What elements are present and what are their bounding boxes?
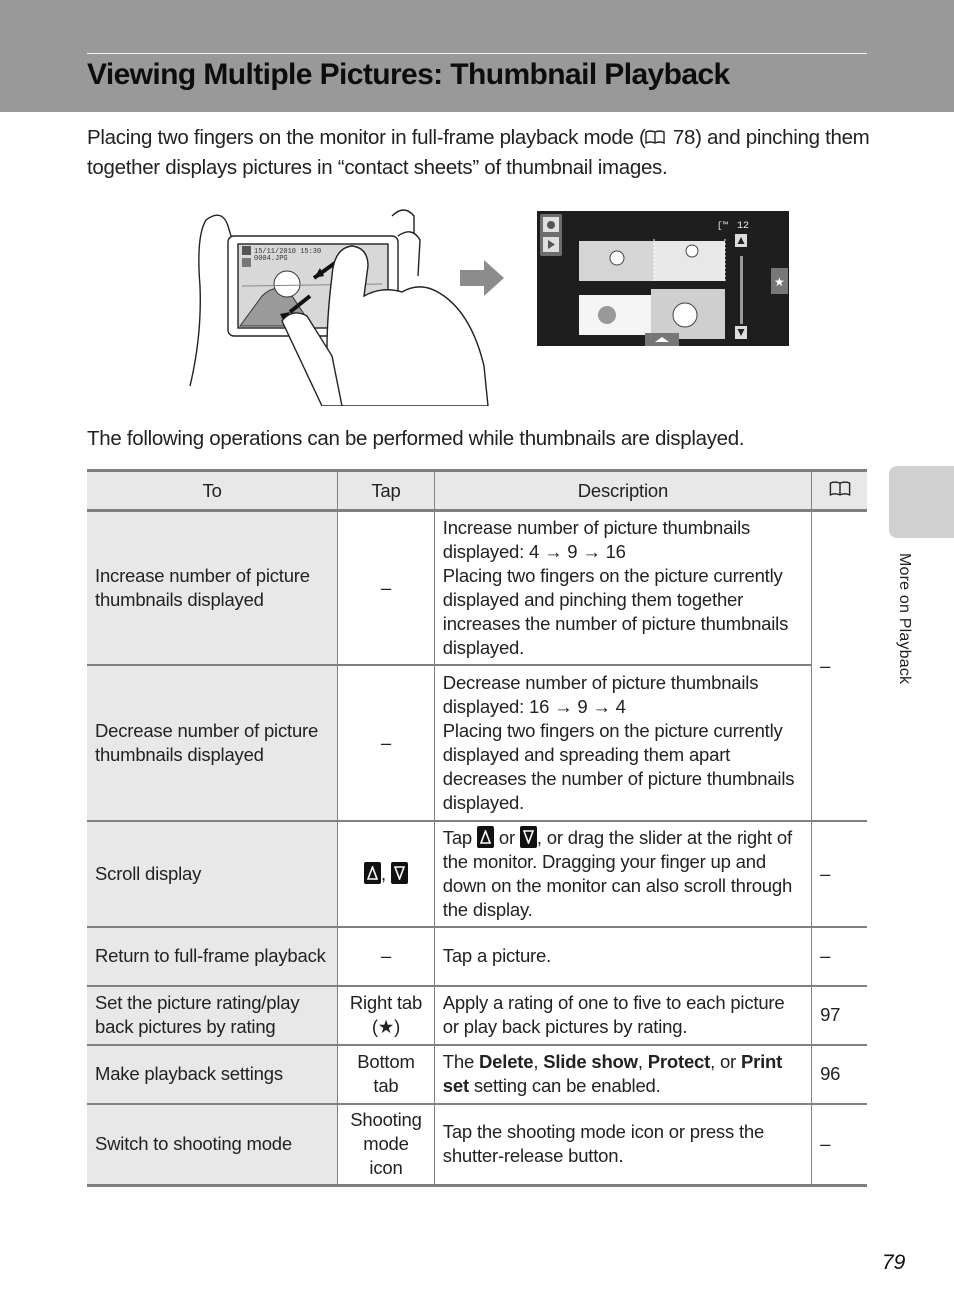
description-cell: Tap the shooting mode icon or press the …	[433, 1102, 813, 1187]
description-cell: Apply a rating of one to five to each pi…	[433, 984, 813, 1046]
header-description: Description	[433, 469, 813, 512]
setting-delete: Delete	[479, 1051, 534, 1072]
ref-cell[interactable]: 97	[811, 984, 867, 1046]
to-cell: Make playback settings	[87, 1043, 339, 1105]
tap-cell: –	[337, 925, 435, 987]
description-line: Placing two fingers on the picture curre…	[442, 719, 795, 813]
thumbnail-3[interactable]	[579, 295, 654, 335]
pinch-illustration: 15/11/2010 15:30 0004.JPG	[189, 209, 489, 406]
header-ref	[811, 469, 867, 512]
table-row: Make playback settings Bottom tab The De…	[87, 1043, 867, 1105]
setting-protect: Protect	[647, 1051, 711, 1072]
description-cell: Tap or , or drag the slider at the right…	[433, 819, 813, 928]
description-cell: Increase number of picture thumbnails di…	[433, 509, 813, 666]
book-icon	[829, 480, 851, 501]
svg-text:[™: [™	[717, 221, 728, 231]
to-cell: Set the picture rating/play back picture…	[87, 984, 339, 1046]
ref-cell: –	[811, 509, 867, 822]
scroll-slider[interactable]	[740, 256, 743, 324]
right-arrow-icon	[460, 260, 504, 296]
ref-cell: –	[811, 1102, 867, 1187]
to-cell: Increase number of picture thumbnails di…	[87, 509, 339, 666]
scroll-up-icon	[476, 825, 494, 848]
star-icon: ★	[774, 275, 785, 289]
tap-cell: Bottom tab	[337, 1043, 435, 1105]
scroll-up-icon	[364, 861, 382, 884]
frame-counter: 12	[737, 221, 749, 232]
scroll-down-icon	[519, 825, 537, 848]
intro-paragraph: Placing two fingers on the monitor in fu…	[87, 123, 887, 183]
description-line: Placing two fingers on the picture curre…	[442, 564, 789, 658]
to-cell: Return to full-frame playback	[87, 925, 339, 987]
table-row: Return to full-frame playback – Tap a pi…	[87, 925, 867, 987]
section-side-tab[interactable]	[889, 466, 954, 538]
left-screen-file: 0004.JPG	[254, 255, 288, 263]
operations-table: To Tap Description Increase number of pi…	[87, 469, 867, 1187]
to-cell: Switch to shooting mode	[87, 1102, 339, 1187]
table-header-row: To Tap Description	[87, 469, 867, 512]
tap-cell: ,	[337, 819, 435, 928]
description-cell: The Delete, Slide show, Protect, or Prin…	[433, 1043, 813, 1105]
page-number: 79	[882, 1251, 906, 1274]
setting-slide-show: Slide show	[543, 1051, 638, 1072]
tap-cell: –	[337, 663, 435, 822]
to-cell: Decrease number of picture thumbnails di…	[87, 663, 339, 822]
section-side-label: More on Playback	[896, 553, 913, 685]
table-row: Scroll display , Tap or , or drag the sl…	[87, 819, 867, 928]
intro-ref-page[interactable]: 78	[673, 126, 696, 149]
table-row: Decrease number of picture thumbnails di…	[87, 663, 867, 822]
to-cell: Scroll display	[87, 819, 339, 928]
ref-cell[interactable]: 96	[811, 1043, 867, 1105]
scroll-down-icon	[390, 861, 408, 884]
tap-cell: Shooting mode icon	[337, 1102, 435, 1187]
header-rule	[87, 53, 867, 54]
operations-intro: The following operations can be performe…	[87, 427, 745, 450]
page-title: Viewing Multiple Pictures: Thumbnail Pla…	[87, 58, 730, 91]
table-row: Set the picture rating/play back picture…	[87, 984, 867, 1046]
thumbnail-screen-illustration: [™ 12 ★	[537, 211, 789, 346]
tap-cell: Right tab (★)	[337, 984, 435, 1046]
table-row: Increase number of picture thumbnails di…	[87, 509, 867, 822]
description-line: Increase number of picture thumbnails di…	[442, 516, 751, 562]
header-to: To	[87, 469, 339, 512]
book-icon	[645, 124, 667, 145]
tap-cell: –	[337, 509, 435, 666]
description-cell: Decrease number of picture thumbnails di…	[433, 663, 812, 822]
header-band	[0, 0, 954, 112]
header-tap: Tap	[337, 469, 435, 512]
description-line: Decrease number of picture thumbnails di…	[442, 671, 759, 717]
ref-cell: –	[811, 925, 867, 987]
table-row: Switch to shooting mode Shooting mode ic…	[87, 1102, 867, 1187]
ref-cell: –	[811, 819, 867, 928]
description-cell: Tap a picture.	[433, 925, 813, 987]
intro-text-before: Placing two fingers on the monitor in fu…	[87, 126, 646, 149]
